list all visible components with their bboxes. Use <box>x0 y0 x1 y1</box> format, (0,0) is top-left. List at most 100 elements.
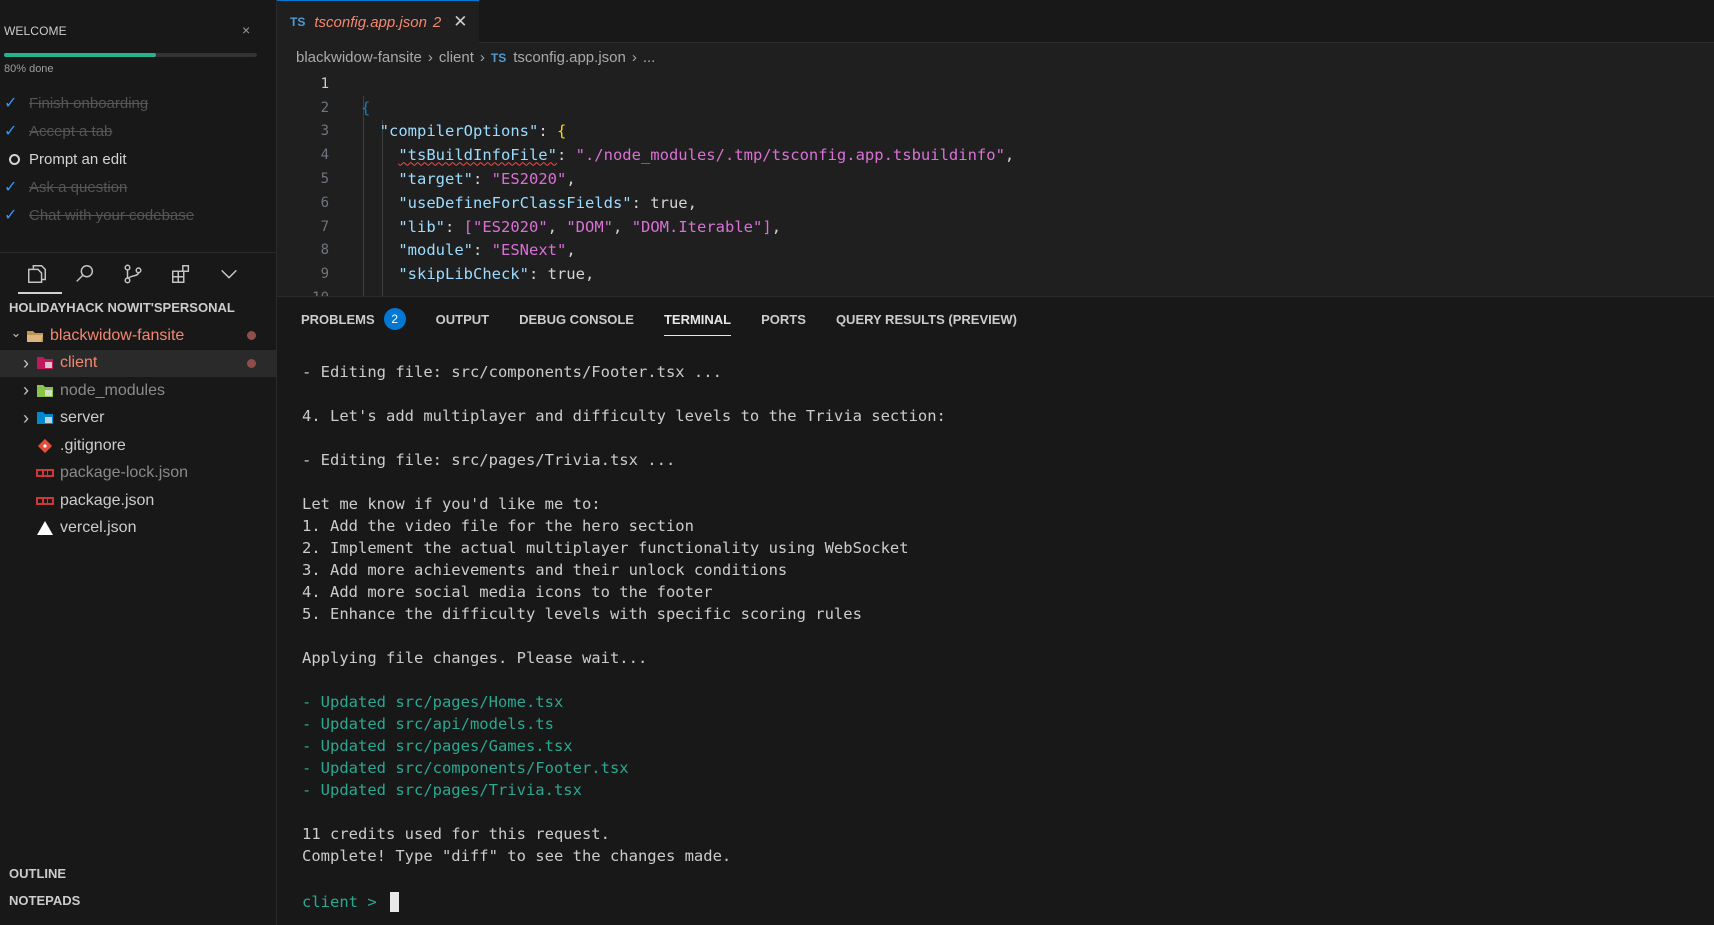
line-number: 7 <box>320 218 329 235</box>
source-control-icon[interactable] <box>122 263 144 285</box>
bottom-panel: PROBLEMS 2 OUTPUT DEBUG CONSOLE TERMINAL… <box>277 296 1714 925</box>
terminal-line: 4. Let's add multiplayer and difficulty … <box>302 407 946 425</box>
tree-item-label: blackwidow-fansite <box>50 326 185 344</box>
line-number: 8 <box>320 242 329 259</box>
extensions-icon[interactable] <box>170 263 192 285</box>
tab-label: QUERY RESULTS (PREVIEW) <box>835 311 1017 327</box>
code-line: 5 "target": "ES2020", <box>277 167 1714 191</box>
checkmark-icon: ✓ <box>4 95 18 112</box>
terminal-line: - Updated src/pages/Games.tsx <box>302 737 573 755</box>
tree-item-vercel-json[interactable]: vercel.json <box>0 515 276 543</box>
code-editor[interactable]: 1 2{ 3 "compilerOptions": { 4 "tsBuildIn… <box>277 72 1714 296</box>
outline-section-header[interactable]: OUTLINE <box>9 866 66 881</box>
line-number: 3 <box>320 123 329 140</box>
terminal-line: - Updated src/components/Footer.tsx <box>302 759 629 777</box>
folder-icon <box>34 354 56 372</box>
checklist-item-label: Finish onboarding <box>29 94 149 112</box>
terminal-line: 5. Enhance the difficulty levels with sp… <box>302 605 862 623</box>
checklist-item[interactable]: ✓ Accept a tab <box>4 117 264 145</box>
active-view-indicator <box>18 292 62 294</box>
tab-ports[interactable]: PORTS <box>761 312 806 327</box>
tab-label: TERMINAL <box>663 311 732 327</box>
tree-item-blackwidow-fansite[interactable]: ⌄ blackwidow-fansite <box>0 322 276 350</box>
checklist-item[interactable]: ✓ Ask a question <box>4 173 264 201</box>
terminal-line: - Updated src/pages/Home.tsx <box>302 693 564 711</box>
file-tree: ⌄ blackwidow-fansite › client › node_modules ›… <box>0 322 276 542</box>
notepads-section-header[interactable]: NOTEPADS <box>9 893 80 908</box>
checklist-item-label: Ask a question <box>29 178 128 196</box>
terminal-line: - Updated src/pages/Trivia.tsx <box>302 781 582 799</box>
breadcrumb-item[interactable]: ... <box>643 49 656 66</box>
checklist-item-label: Prompt an edit <box>29 150 127 168</box>
tab-terminal[interactable]: TERMINAL <box>663 311 732 336</box>
code-text: "lib": ["ES2020", "DOM", "DOM.Iterable"]… <box>398 217 782 236</box>
checklist-item[interactable]: Prompt an edit <box>4 145 264 173</box>
breadcrumb-item[interactable]: blackwidow-fansite <box>296 49 422 66</box>
tab-tsconfig-app-json[interactable]: TS tsconfig.app.json 2 ✕ <box>277 0 479 43</box>
tree-item-gitignore[interactable]: .gitignore <box>0 432 276 460</box>
chevron-right-icon: › <box>427 49 433 66</box>
terminal-line: - Editing file: src/components/Footer.ts… <box>302 363 722 381</box>
tree-item-label: node_modules <box>60 381 165 399</box>
code-line: 7 "lib": ["ES2020", "DOM", "DOM.Iterable… <box>277 215 1714 239</box>
terminal-line: - Updated src/api/models.ts <box>302 715 554 733</box>
tree-item-label: package.json <box>60 491 155 509</box>
tree-item-label: vercel.json <box>60 519 137 537</box>
terminal-line: 3. Add more achievements and their unloc… <box>302 561 788 579</box>
terminal-output[interactable]: - Editing file: src/components/Footer.ts… <box>302 363 1682 913</box>
line-number: 1 <box>320 75 329 92</box>
tab-label: OUTPUT <box>435 311 490 327</box>
terminal-line: Let me know if you'd like me to: <box>302 495 601 513</box>
terminal-prompt[interactable]: client > <box>302 891 1682 913</box>
chevron-right-icon: › <box>631 49 637 66</box>
terminal-cursor <box>390 892 399 912</box>
chevron-down-icon[interactable] <box>218 263 240 285</box>
terminal-line: 11 credits used for this request. <box>302 825 610 843</box>
close-icon[interactable]: ✕ <box>453 12 467 32</box>
code-line: 3 "compilerOptions": { <box>277 120 1714 144</box>
files-icon[interactable] <box>26 263 48 285</box>
breadcrumb-item[interactable]: client <box>439 49 474 66</box>
checklist-item[interactable]: ✓ Chat with your codebase <box>4 201 264 229</box>
checklist-item[interactable]: ✓ Finish onboarding <box>4 89 264 117</box>
terminal-line: - Editing file: src/pages/Trivia.tsx ... <box>302 451 676 469</box>
npm-icon <box>34 492 56 510</box>
checkmark-icon: ✓ <box>4 123 18 140</box>
tree-item-client[interactable]: › client <box>0 349 276 377</box>
chevron-right-icon: › <box>23 352 29 373</box>
onboarding-checklist: ✓ Finish onboarding ✓ Accept a tab Prompt an… <box>4 89 264 229</box>
explorer-title: HOLIDAYHACK NOWIT'SPERSONAL <box>9 300 235 315</box>
checklist-item-label: Accept a tab <box>29 122 113 140</box>
code-line: 9 "skipLibCheck": true, <box>277 262 1714 286</box>
breadcrumb: blackwidow-fansite › client › TS tsconfi… <box>296 49 655 66</box>
tab-output[interactable]: OUTPUT <box>436 312 489 327</box>
prompt-text: client > <box>302 893 386 911</box>
code-line: 1 <box>277 72 1714 96</box>
tree-item-package-json[interactable]: package.json <box>0 487 276 515</box>
terminal-line: Applying file changes. Please wait... <box>302 649 648 667</box>
progress-label: 80% done <box>4 63 54 75</box>
tree-item-package-lock-json[interactable]: package-lock.json <box>0 460 276 488</box>
modified-indicator <box>247 358 256 368</box>
tree-item-node-modules[interactable]: › node_modules <box>0 377 276 405</box>
panel-tab-bar: PROBLEMS 2 OUTPUT DEBUG CONSOLE TERMINAL… <box>277 297 1714 341</box>
problems-count-badge: 2 <box>383 308 406 330</box>
terminal-line: 4. Add more social media icons to the fo… <box>302 583 713 601</box>
chevron-right-icon: › <box>23 407 29 428</box>
tree-item-label: server <box>60 409 105 427</box>
search-icon[interactable] <box>74 263 96 285</box>
close-icon[interactable]: × <box>242 22 250 38</box>
tab-query-results[interactable]: QUERY RESULTS (PREVIEW) <box>836 312 1017 327</box>
breadcrumb-item[interactable]: tsconfig.app.json <box>513 49 626 66</box>
code-text: "useDefineForClassFields": true, <box>398 193 697 212</box>
explorer-section-header[interactable]: HOLIDAYHACK NOWIT'SPERSONAL <box>0 300 235 315</box>
sidebar-activity-bar <box>0 252 276 294</box>
tree-item-server[interactable]: › server <box>0 405 276 433</box>
tab-debug-console[interactable]: DEBUG CONSOLE <box>519 312 634 327</box>
line-number: 9 <box>320 266 329 283</box>
chevron-right-icon: › <box>479 49 485 66</box>
tab-problems[interactable]: PROBLEMS 2 <box>301 308 406 330</box>
